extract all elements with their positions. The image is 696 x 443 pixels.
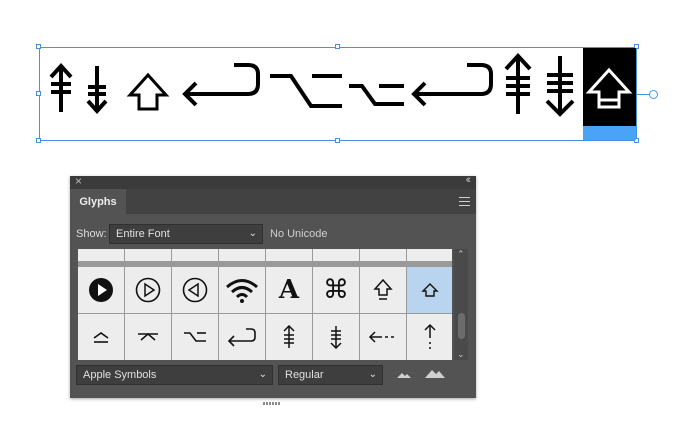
letter-a-glyph: A (278, 275, 300, 305)
glyph-cell[interactable] (313, 249, 359, 261)
glyph-cell[interactable] (219, 249, 265, 261)
glyph-cell[interactable] (219, 267, 265, 313)
glyph-cell[interactable] (172, 314, 218, 360)
tab-glyphs[interactable]: Glyphs (70, 189, 126, 214)
command-icon: ⌘ (323, 275, 349, 305)
glyph-cell[interactable] (125, 249, 171, 261)
glyph-cell[interactable]: A (266, 267, 312, 313)
glyph-cell[interactable] (313, 314, 359, 360)
glyph-grid: A ⌘ (78, 249, 452, 360)
resize-grip[interactable] (263, 392, 283, 405)
glyph-cell[interactable]: ⌘ (313, 267, 359, 313)
shift-icon (421, 283, 439, 297)
chevron-down-icon: ⌄ (368, 369, 377, 380)
font-family-value: Apple Symbols (83, 369, 157, 381)
option-icon (184, 332, 206, 342)
return-arrow-icon (182, 63, 260, 107)
triple-up-icon (283, 325, 295, 348)
zoom-out-mountain-icon[interactable] (397, 371, 411, 379)
double-down-arrow-bar-icon (86, 66, 108, 114)
shift-stroke-icon (373, 278, 393, 300)
show-label: Show: (76, 228, 107, 240)
glyph-cell[interactable] (266, 314, 312, 360)
glyph-cell[interactable] (360, 314, 406, 360)
down-arrow-triple-bar-icon (545, 56, 575, 117)
upward-white-arrow-selected-icon (585, 67, 633, 109)
collapse-icon[interactable]: ‹‹ (466, 174, 472, 186)
up-arrowhead-bar-icon (138, 332, 158, 341)
scrollbar-thumb[interactable] (458, 313, 465, 339)
font-style-value: Regular (285, 369, 324, 381)
glyph-cell[interactable] (360, 249, 406, 261)
triple-down-icon (330, 326, 342, 349)
return-icon (227, 328, 256, 347)
glyph-cell[interactable] (125, 267, 171, 313)
glyph-cell[interactable] (219, 314, 265, 360)
glyph-string (49, 53, 633, 117)
play-filled-icon (89, 278, 113, 302)
enter-icon (93, 332, 109, 343)
font-family-select[interactable]: Apple Symbols ⌄ (76, 365, 273, 385)
return-arrow-icon-2 (411, 63, 493, 107)
grid-scrollbar[interactable]: ⌃ ⌄ (454, 249, 468, 360)
close-icon[interactable]: × (75, 174, 82, 188)
glyph-cell[interactable] (172, 249, 218, 261)
glyph-cell[interactable] (172, 267, 218, 313)
panel-menu-icon[interactable] (459, 197, 470, 206)
glyph-cell[interactable] (266, 249, 312, 261)
upward-white-arrow-icon (126, 72, 170, 111)
chevron-down-icon: ⌄ (248, 228, 257, 239)
glyph-cell[interactable] (407, 314, 452, 360)
panel-titlebar[interactable]: × ‹‹ (70, 174, 476, 189)
chevron-up-icon[interactable]: ⌃ (457, 249, 465, 260)
font-style-select[interactable]: Regular ⌄ (278, 365, 383, 385)
unicode-label: No Unicode (270, 228, 328, 240)
dashed-left-arrow-icon (368, 331, 394, 343)
glyph-cell[interactable] (78, 267, 124, 313)
show-select-value: Entire Font (116, 228, 170, 240)
rewind-outline-icon (182, 277, 208, 303)
glyphs-panel: × ‹‹ Glyphs Show: Entire Font ⌄ No Unico… (70, 174, 476, 405)
play-outline-icon (135, 277, 161, 303)
glyph-cell[interactable] (407, 249, 452, 261)
chevron-down-icon: ⌄ (258, 369, 267, 380)
panel-tab-row: Glyphs (70, 189, 476, 214)
option-key-icon (270, 74, 342, 108)
glyph-cell[interactable] (125, 314, 171, 360)
dashed-up-arrow-icon (424, 323, 436, 349)
glyph-cell[interactable] (78, 314, 124, 360)
up-arrow-triple-bar-icon (504, 53, 532, 114)
zoom-in-mountain-icon[interactable] (425, 367, 445, 379)
wifi-icon (226, 279, 258, 303)
show-select[interactable]: Entire Font ⌄ (109, 224, 263, 244)
glyph-cell[interactable] (78, 249, 124, 261)
chevron-down-icon[interactable]: ⌄ (457, 349, 465, 360)
option-key-small-icon (349, 84, 404, 106)
glyph-cell[interactable] (360, 267, 406, 313)
glyph-cell-selected[interactable] (407, 267, 452, 313)
double-up-arrow-bar-icon (49, 63, 73, 112)
